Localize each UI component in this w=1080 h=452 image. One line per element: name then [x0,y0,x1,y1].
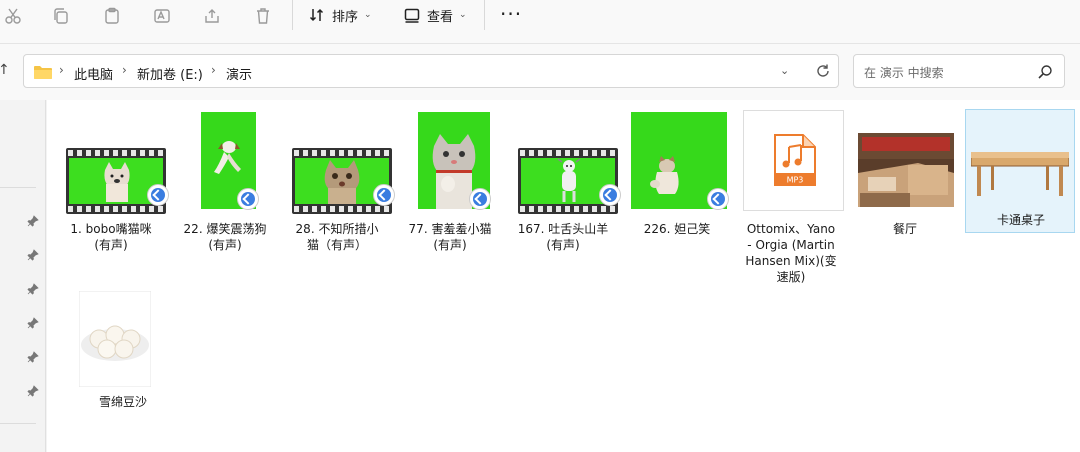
file-item[interactable]: 餐厅 [853,110,957,260]
cut-icon[interactable] [0,6,26,26]
sort-label: 排序 [332,9,359,25]
file-item[interactable]: 167. 吐舌头山羊 (有声) [511,110,621,260]
file-item[interactable]: 77. 害羞羞小猫 (有声) [398,110,502,260]
view-icon [404,8,420,23]
cat-figure [324,160,360,204]
nav-divider [0,187,36,188]
table-thumbnail [971,152,1069,196]
search-icon[interactable] [1037,64,1053,80]
cat-figure [104,162,130,202]
navigation-pane [0,100,46,452]
restaurant-thumbnail [858,133,954,207]
shortcut-arrow-icon [599,184,621,206]
search-placeholder: 在 演示 中搜索 [864,66,944,80]
folder-icon [34,66,52,79]
file-name: 167. 吐舌头山羊 (有声) [517,222,609,252]
chevron-down-icon: ⌄ [364,10,372,20]
address-row: ↑ › 此电脑 › 新加卷 (E:) › 演示 ⌄ 在 演示 中搜索 [0,44,1080,100]
breadcrumb-separator: › [59,63,64,77]
chevron-down-icon: ⌄ [459,10,467,20]
mp3-badge: MP3 [787,176,804,185]
file-name: 1. bobo嘴猫咪 (有声) [70,222,152,252]
goat-figure [557,158,581,202]
breadcrumb-separator: › [122,63,127,77]
file-item[interactable]: MP3 Ottomix、Yano - Orgia (Martin Hansen Mi… [739,110,844,285]
file-name: 22. 爆笑震荡狗 (有声) [183,222,267,252]
shortcut-arrow-icon [147,184,169,206]
pin-icon[interactable] [27,215,39,227]
up-arrow-icon[interactable]: ↑ [0,62,10,78]
file-item[interactable]: 28. 不知所措小 猫（有声） [285,110,395,270]
cat-figure [650,156,679,194]
shortcut-arrow-icon [707,188,729,210]
file-name: 28. 不知所措小 猫（有声） [295,222,379,252]
view-label: 查看 [427,9,454,25]
history-chevron-icon[interactable]: ⌄ [780,64,789,77]
file-name: Ottomix、Yano - Orgia (Martin Hansen Mix)(变… [745,222,837,284]
more-options-button[interactable]: ··· [500,2,522,26]
audio-thumbnail: MP3 [743,110,844,211]
dessert-thumbnail [79,291,151,387]
pin-icon[interactable] [27,317,39,329]
shortcut-arrow-icon [237,188,259,210]
dog-figure [214,141,241,174]
breadcrumb-separator: › [211,63,216,77]
file-item-selected[interactable]: 卡通桌子 [965,109,1075,233]
file-item[interactable]: 226. 妲己笑 [625,110,729,260]
address-bar[interactable]: › 此电脑 › 新加卷 (E:) › 演示 ⌄ [23,54,839,88]
toolbar-separator [292,0,293,30]
shortcut-arrow-icon [469,188,491,210]
file-item[interactable]: 雪绵豆沙 [71,291,175,411]
file-name: 雪绵豆沙 [98,395,147,409]
share-icon[interactable] [199,6,225,26]
file-item[interactable]: 22. 爆笑震荡狗 (有声) [173,110,277,260]
pin-icon[interactable] [27,385,39,397]
view-button[interactable]: 查看 ⌄ [404,4,467,26]
sort-button[interactable]: 排序 ⌄ [309,4,372,26]
file-item[interactable]: 1. bobo嘴猫咪 (有声) [59,110,169,260]
sort-icon [309,8,324,22]
toolbar-separator [484,0,485,30]
pin-icon[interactable] [27,283,39,295]
file-name: 226. 妲己笑 [643,222,711,236]
music-note-icon: MP3 [774,134,816,186]
nav-divider [0,423,36,424]
paste-icon[interactable] [99,6,125,26]
shortcut-arrow-icon [373,184,395,206]
breadcrumb-demo[interactable]: 演示 [226,64,252,83]
rename-icon[interactable] [149,6,175,26]
file-name: 77. 害羞羞小猫 (有声) [408,222,492,252]
search-box[interactable]: 在 演示 中搜索 [853,54,1065,88]
file-name: 卡通桌子 [996,213,1045,227]
breadcrumb-this-pc[interactable]: 此电脑 [74,64,113,83]
file-name: 餐厅 [892,222,917,236]
refresh-icon[interactable] [814,62,832,80]
delete-icon[interactable] [250,6,276,26]
pin-icon[interactable] [27,351,39,363]
pin-icon[interactable] [27,249,39,261]
file-list: 1. bobo嘴猫咪 (有声) 22. 爆笑震荡狗 (有声) 28. 不知所措小… [47,100,1080,452]
breadcrumb-volume-e[interactable]: 新加卷 (E:) [137,64,203,83]
copy-icon[interactable] [48,6,74,26]
command-bar: 排序 ⌄ 查看 ⌄ ··· [0,0,1080,44]
